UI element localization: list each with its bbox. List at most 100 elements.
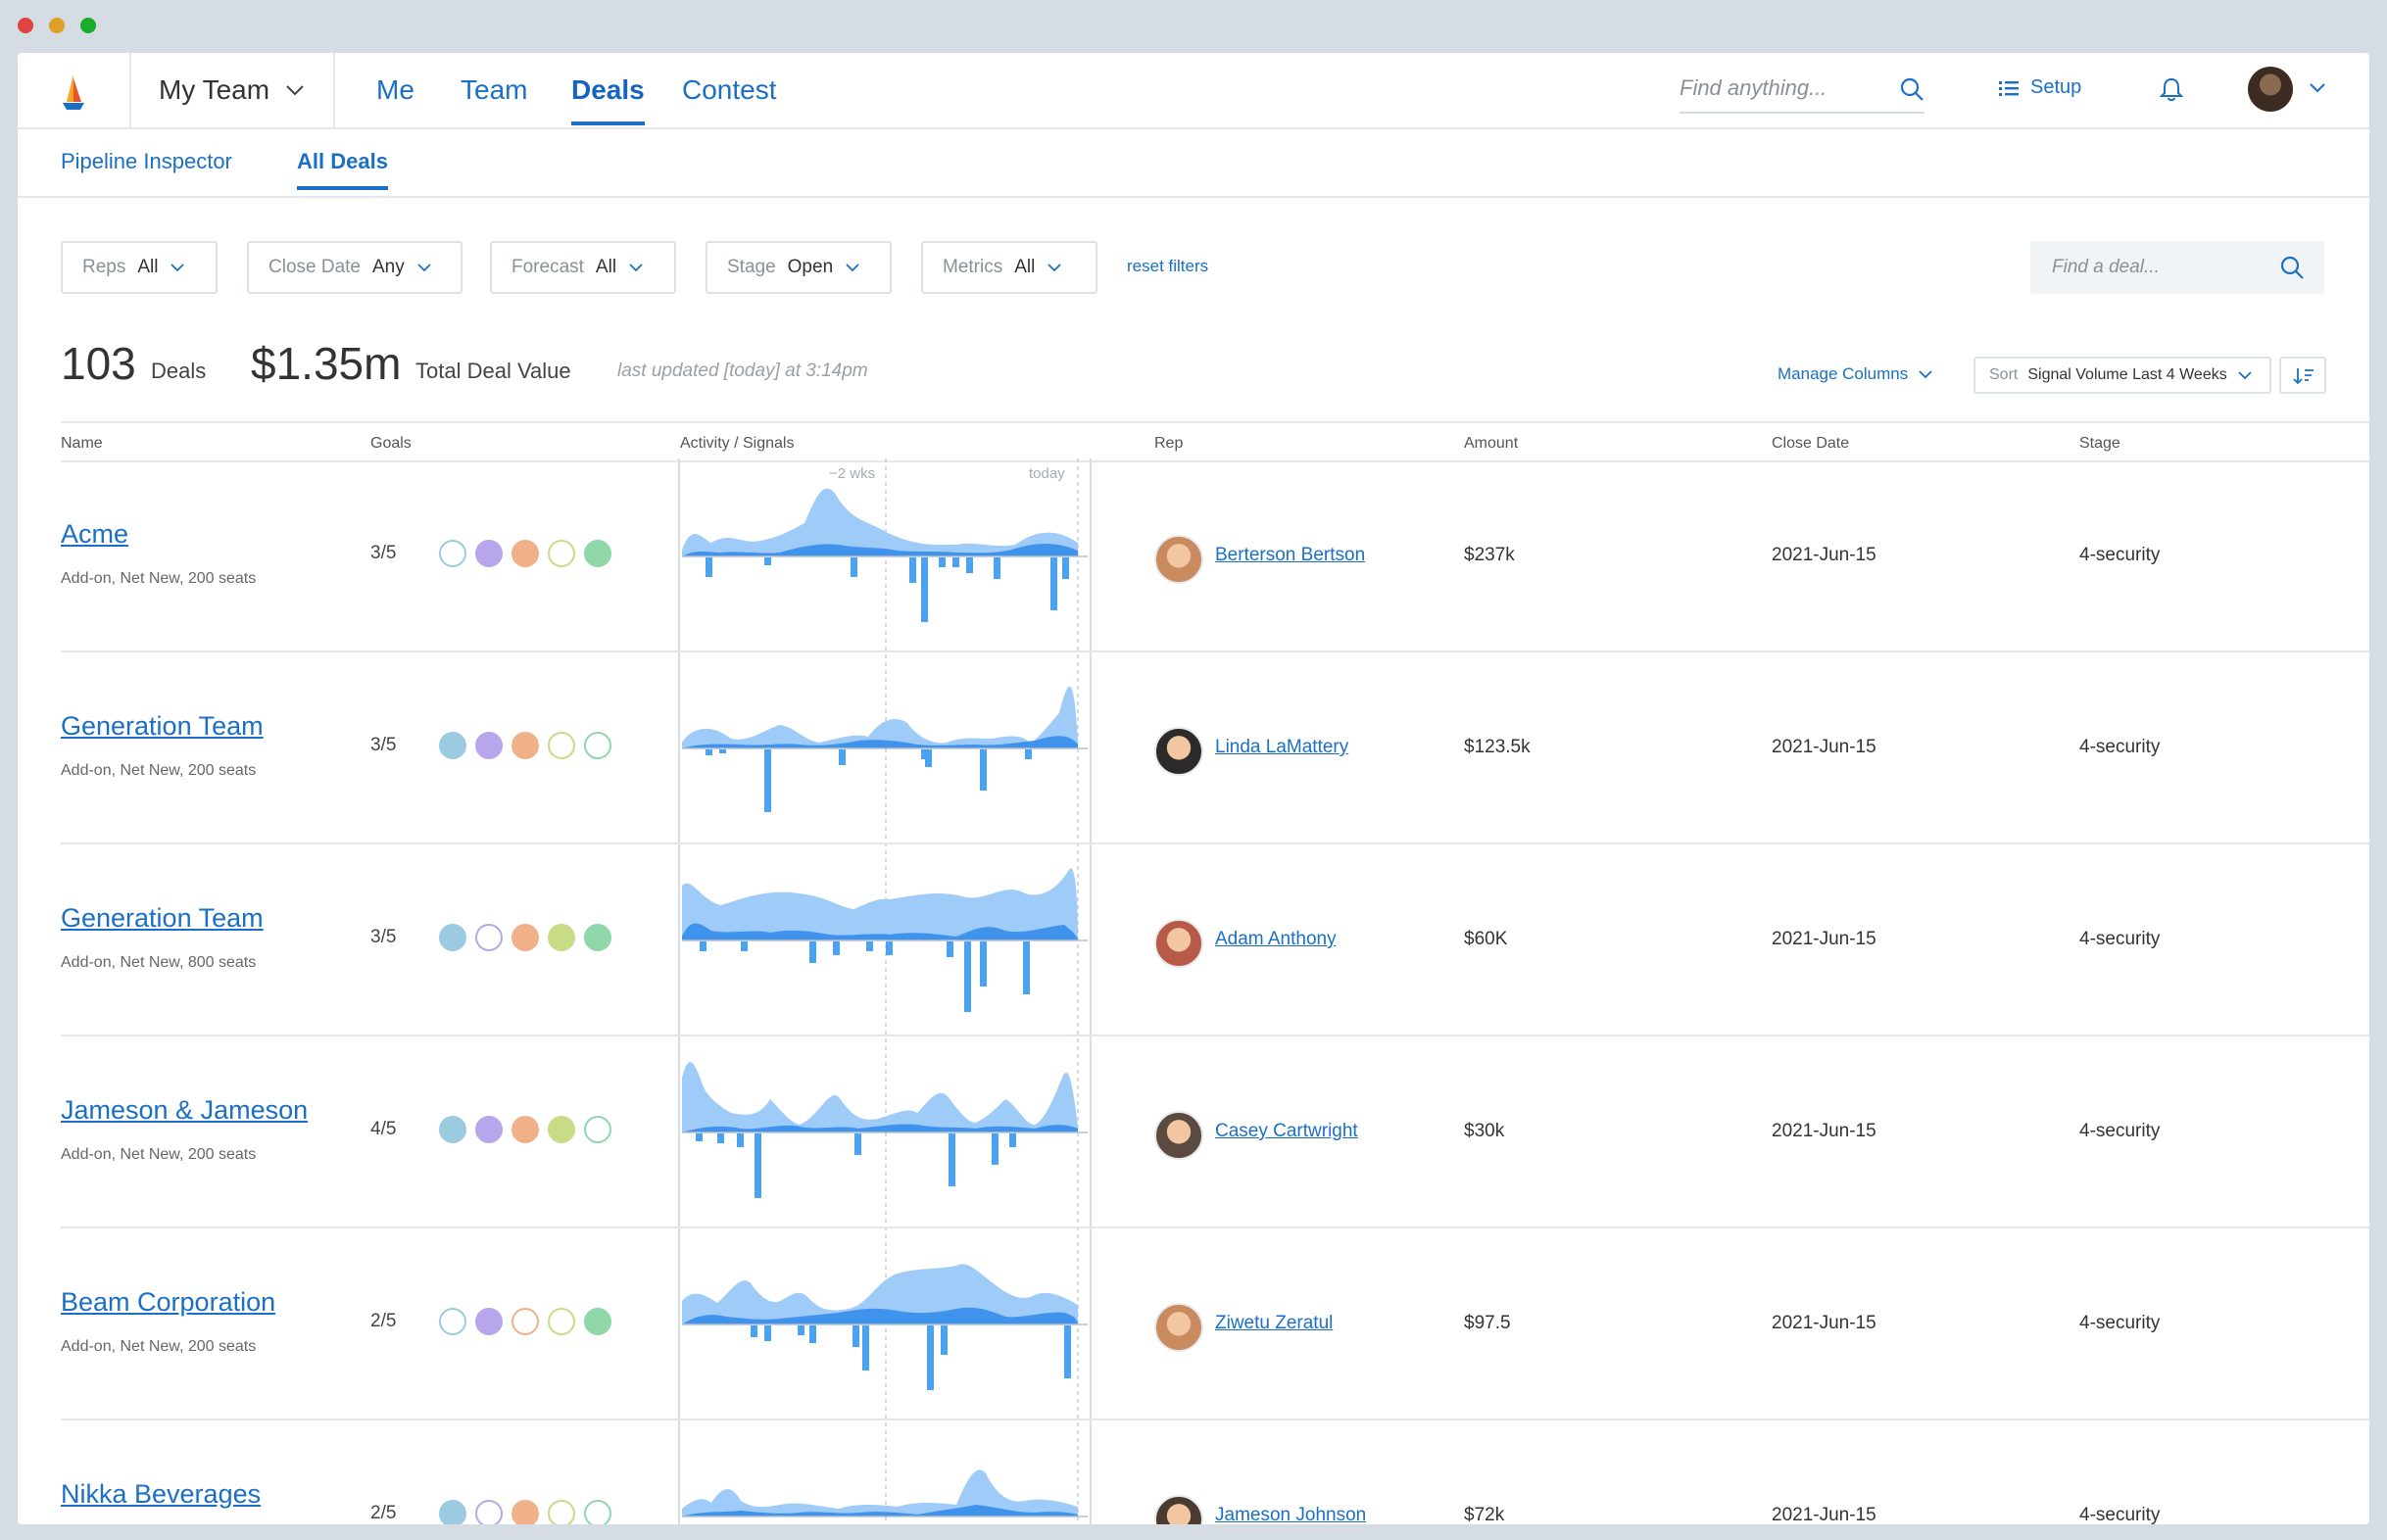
goal-dot[interactable] (512, 924, 539, 951)
rep-avatar[interactable] (1154, 535, 1203, 584)
signal-bar (706, 557, 712, 577)
table-row[interactable]: Jameson & Jameson Add-on, Net New, 200 se… (61, 1035, 2369, 1228)
table-row[interactable]: Generation Team Add-on, Net New, 200 seat… (61, 650, 2369, 844)
goal-dot[interactable] (584, 540, 611, 567)
deal-name-link[interactable]: Generation Team (61, 711, 264, 742)
deal-name-link[interactable]: Jameson & Jameson (61, 1095, 308, 1126)
app-window: My Team Me Team Deals Contest Find anyth… (18, 53, 2369, 1524)
column-header-name[interactable]: Name (61, 435, 103, 453)
goal-dot[interactable] (548, 1500, 575, 1524)
reset-filters-link[interactable]: reset filters (1127, 257, 1208, 276)
rep-name-link[interactable]: Casey Cartwright (1215, 1121, 1358, 1142)
deal-name-link[interactable]: Nikka Beverages (61, 1479, 261, 1510)
rep-name-link[interactable]: Linda LaMattery (1215, 737, 1348, 758)
column-header-close-date[interactable]: Close Date (1772, 435, 1849, 453)
goal-dot[interactable] (439, 1500, 466, 1524)
goal-dot[interactable] (475, 1116, 503, 1143)
goal-dot[interactable] (439, 540, 466, 567)
filter-forecast[interactable]: Forecast All (490, 241, 676, 294)
table-row[interactable]: Acme Add-on, Net New, 200 seats 3/5 Berters… (61, 458, 2369, 652)
rep-name-link[interactable]: Ziwetu Zeratul (1215, 1313, 1333, 1334)
window-zoom-button[interactable] (80, 18, 96, 33)
goal-dot[interactable] (548, 1308, 575, 1335)
deal-subtitle: Add-on, Net New, 200 seats (61, 1338, 257, 1355)
goal-dot[interactable] (512, 1116, 539, 1143)
goal-dot[interactable] (548, 732, 575, 759)
table-row[interactable]: Generation Team Add-on, Net New, 800 seat… (61, 842, 2369, 1036)
goal-dot[interactable] (548, 924, 575, 951)
activity-signals-sparkline (682, 488, 1088, 622)
team-selector[interactable]: My Team (159, 74, 305, 106)
global-search-input[interactable]: Find anything... (1680, 69, 1924, 114)
column-header-rep[interactable]: Rep (1154, 435, 1183, 453)
signal-bar (737, 1133, 744, 1147)
nav-tab-contest[interactable]: Contest (682, 74, 777, 106)
goal-dot[interactable] (512, 540, 539, 567)
deal-name-link[interactable]: Generation Team (61, 903, 264, 934)
signal-bar (866, 941, 873, 951)
subtab-pipeline-inspector[interactable]: Pipeline Inspector (61, 149, 232, 174)
deal-amount: $97.5 (1464, 1313, 1511, 1333)
sailboat-logo[interactable] (57, 72, 90, 112)
window-close-button[interactable] (18, 18, 33, 33)
deal-search-input[interactable]: Find a deal... (2030, 241, 2324, 294)
goal-dot[interactable] (512, 1500, 539, 1524)
goal-dot[interactable] (439, 732, 466, 759)
goal-dot[interactable] (548, 540, 575, 567)
search-icon[interactable] (1899, 76, 1924, 102)
chevron-down-icon[interactable] (2309, 82, 2326, 94)
total-deal-value-label: Total Deal Value (415, 359, 571, 383)
search-icon[interactable] (2279, 255, 2305, 280)
deal-name-link[interactable]: Acme (61, 519, 128, 550)
filter-value: All (1014, 257, 1036, 277)
rep-name-link[interactable]: Jameson Johnson (1215, 1505, 1366, 1524)
nav-tab-deals[interactable]: Deals (571, 74, 645, 125)
rep-name-link[interactable]: Adam Anthony (1215, 929, 1337, 950)
goal-dot[interactable] (584, 924, 611, 951)
goal-dot[interactable] (512, 1308, 539, 1335)
filter-close-date[interactable]: Close Date Any (247, 241, 463, 294)
goal-dot[interactable] (475, 924, 503, 951)
goal-dot[interactable] (475, 1500, 503, 1524)
nav-tab-team[interactable]: Team (461, 74, 527, 106)
goal-dot[interactable] (584, 1116, 611, 1143)
table-row[interactable]: Nikka BeveragesAdd-on, Net New, 200 seat… (61, 1419, 2369, 1524)
column-header-stage[interactable]: Stage (2079, 435, 2120, 453)
sort-direction-button[interactable] (2279, 357, 2326, 394)
rep-name-link[interactable]: Berterson Bertson (1215, 545, 1365, 566)
filter-stage[interactable]: Stage Open (706, 241, 892, 294)
user-avatar[interactable] (2248, 67, 2293, 112)
bell-icon[interactable] (2160, 76, 2183, 102)
subtab-all-deals[interactable]: All Deals (297, 149, 388, 190)
sort-select[interactable]: Sort Signal Volume Last 4 Weeks (1973, 357, 2271, 394)
deal-name-link[interactable]: Beam Corporation (61, 1287, 275, 1318)
goal-dot[interactable] (475, 1308, 503, 1335)
rep-avatar[interactable] (1154, 1111, 1203, 1160)
deal-stage: 4-security (2079, 545, 2161, 565)
rep-avatar[interactable] (1154, 1303, 1203, 1352)
setup-button[interactable]: Setup (1999, 76, 2081, 99)
window-minimize-button[interactable] (49, 18, 65, 33)
goal-dot[interactable] (584, 732, 611, 759)
rep-avatar[interactable] (1154, 1495, 1203, 1524)
goal-dot[interactable] (439, 924, 466, 951)
goal-dot[interactable] (475, 540, 503, 567)
filter-metrics[interactable]: Metrics All (921, 241, 1097, 294)
goal-dot[interactable] (584, 1500, 611, 1524)
filter-reps[interactable]: Reps All (61, 241, 218, 294)
goal-dot[interactable] (439, 1308, 466, 1335)
table-row[interactable]: Beam Corporation Add-on, Net New, 200 sea… (61, 1227, 2369, 1420)
nav-tab-me[interactable]: Me (376, 74, 414, 106)
column-header-amount[interactable]: Amount (1464, 435, 1518, 453)
rep-avatar[interactable] (1154, 919, 1203, 968)
column-header-activity[interactable]: Activity / Signals (680, 435, 794, 453)
goal-dot[interactable] (548, 1116, 575, 1143)
goal-dot[interactable] (584, 1308, 611, 1335)
goal-dot[interactable] (439, 1116, 466, 1143)
manage-columns-button[interactable]: Manage Columns (1778, 364, 1933, 384)
column-header-goals[interactable]: Goals (370, 435, 412, 453)
goal-dot[interactable] (512, 732, 539, 759)
deal-subtitle: Add-on, Net New, 200 seats (61, 1146, 257, 1163)
goal-dot[interactable] (475, 732, 503, 759)
rep-avatar[interactable] (1154, 727, 1203, 776)
